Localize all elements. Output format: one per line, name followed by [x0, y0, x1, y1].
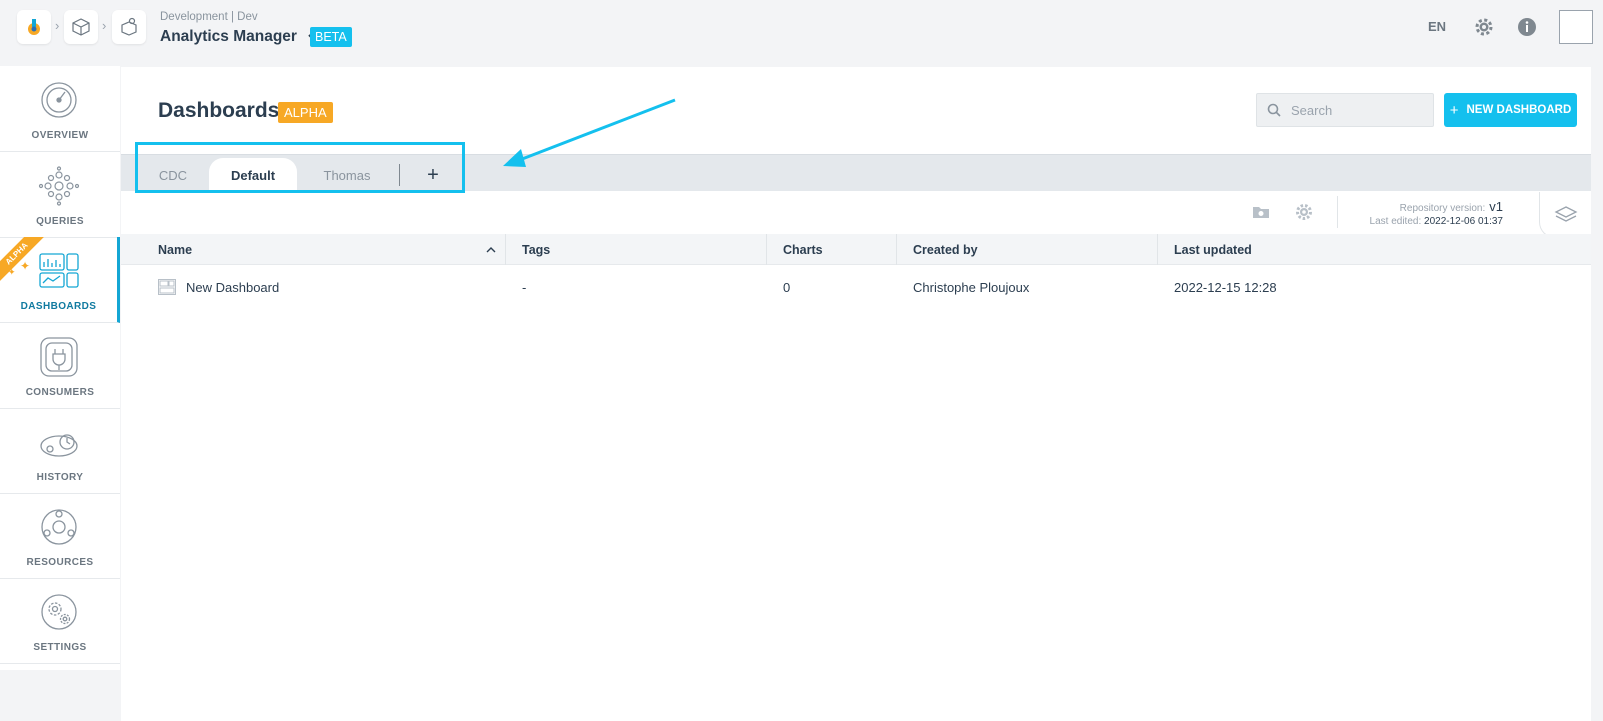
dashboard-thumbnail-icon — [158, 279, 176, 295]
search-icon — [1267, 103, 1281, 117]
dashboard-name: New Dashboard — [186, 279, 280, 295]
cell-last-updated: 2022-12-15 12:28 — [1174, 279, 1277, 295]
sidebar-item-settings[interactable]: SETTINGS — [0, 578, 120, 664]
layers-button[interactable] — [1539, 192, 1591, 238]
top-bar: › › Development | Dev Analytics Manager … — [0, 0, 1603, 66]
breadcrumb-separator: › — [55, 18, 60, 33]
last-edited-label: Last edited: — [1369, 216, 1422, 227]
sidebar-item-label: RESOURCES — [26, 557, 94, 568]
cell-tags: - — [522, 279, 527, 295]
settings-gears-icon — [41, 594, 77, 630]
sidebar-item-label: OVERVIEW — [31, 130, 89, 141]
column-header-last-updated[interactable]: Last updated — [1158, 234, 1591, 265]
repository-version: Repository version: v1 — [1400, 199, 1503, 214]
new-dashboard-label: NEW DASHBOARD — [1466, 104, 1572, 116]
last-edited: Last edited: 2022-12-06 01:37 — [1370, 216, 1503, 227]
toolbar-divider — [1337, 196, 1338, 228]
column-header-label: Tags — [522, 242, 551, 257]
box-icon — [121, 17, 137, 36]
column-header-tags[interactable]: Tags — [506, 234, 767, 265]
sidebar-item-history[interactable]: HISTORY — [0, 408, 120, 494]
dashboard-toolbar: Repository version: v1 Last edited: 2022-… — [121, 192, 1591, 238]
search-input[interactable] — [1291, 102, 1421, 118]
layers-icon — [1554, 205, 1577, 222]
cell-created-by: Christophe Ploujoux — [913, 279, 1030, 295]
gauge-icon — [41, 82, 77, 118]
dots-cluster-icon — [38, 166, 80, 206]
plug-icon — [40, 337, 78, 377]
new-dashboard-button[interactable]: + NEW DASHBOARD — [1444, 93, 1577, 127]
cell-name[interactable]: New Dashboard — [142, 266, 506, 308]
column-header-label: Name — [158, 242, 193, 257]
column-header-name[interactable]: Name — [142, 234, 506, 265]
gear-icon[interactable] — [1294, 202, 1314, 222]
beta-badge: BETA — [310, 27, 352, 47]
user-avatar[interactable] — [1559, 10, 1593, 44]
annotation-arrow-icon — [503, 98, 676, 167]
sidebar-item-consumers[interactable]: CONSUMERS — [0, 323, 120, 409]
plus-icon: + — [1449, 101, 1459, 119]
breadcrumb-app-button[interactable] — [112, 10, 146, 44]
column-header-label: Created by — [913, 242, 978, 257]
main-panel: Dashboards ALPHA + NEW DASHBOARD CDC Def… — [121, 67, 1591, 721]
last-edited-value: 2022-12-06 01:37 — [1424, 216, 1503, 227]
sidebar-item-resources[interactable]: RESOURCES — [0, 493, 120, 579]
sidebar-item-label: SETTINGS — [33, 642, 87, 653]
sidebar: OVERVIEW QUERIES ALPHA ✦ ✦ DASHBOARDS CO… — [0, 66, 120, 670]
breadcrumb-project-button[interactable] — [64, 10, 98, 44]
sidebar-item-label: DASHBOARDS — [20, 301, 97, 312]
logo-icon — [28, 19, 40, 35]
language-selector[interactable]: EN — [1428, 19, 1446, 34]
sparkle-icon: ✦ — [8, 267, 16, 277]
sidebar-item-dashboards[interactable]: ALPHA ✦ ✦ DASHBOARDS — [0, 237, 120, 323]
sparkle-icon: ✦ — [20, 259, 31, 273]
alpha-badge: ALPHA — [278, 102, 333, 123]
column-header-created-by[interactable]: Created by — [897, 234, 1158, 265]
search-box[interactable] — [1256, 93, 1434, 127]
history-tracks-icon — [40, 434, 78, 457]
repository-version-label: Repository version: — [1399, 203, 1486, 214]
sidebar-item-label: QUERIES — [36, 216, 84, 227]
sidebar-item-label: HISTORY — [36, 472, 84, 483]
annotation-highlight-box — [135, 142, 465, 193]
dashboard-charts-icon — [39, 253, 79, 288]
app-switcher[interactable]: Analytics Manager — [160, 28, 319, 46]
page-title: Dashboards — [158, 99, 280, 122]
column-header-charts[interactable]: Charts — [767, 234, 897, 265]
cell-charts: 0 — [783, 279, 791, 295]
sidebar-item-overview[interactable]: OVERVIEW — [0, 66, 120, 152]
repository-version-value: v1 — [1489, 199, 1503, 214]
cube-icon — [72, 18, 90, 36]
table-row[interactable]: New Dashboard - 0 Christophe Ploujoux 20… — [121, 266, 1591, 308]
resources-icon — [41, 509, 77, 545]
breadcrumb-separator: › — [102, 18, 107, 33]
sidebar-item-queries[interactable]: QUERIES — [0, 152, 120, 238]
column-header-label: Charts — [783, 242, 823, 257]
sidebar-item-label: CONSUMERS — [25, 387, 95, 398]
sort-ascending-icon[interactable] — [485, 244, 497, 256]
folder-icon[interactable] — [1251, 202, 1271, 222]
environment-label: Development | Dev — [160, 11, 258, 23]
table-header: Name Tags Charts Created by Last updated — [121, 234, 1591, 265]
info-icon[interactable] — [1516, 16, 1538, 38]
gear-icon[interactable] — [1473, 16, 1495, 38]
column-header-label: Last updated — [1174, 242, 1252, 257]
home-logo-button[interactable] — [17, 10, 51, 44]
app-title: Analytics Manager — [160, 28, 297, 45]
